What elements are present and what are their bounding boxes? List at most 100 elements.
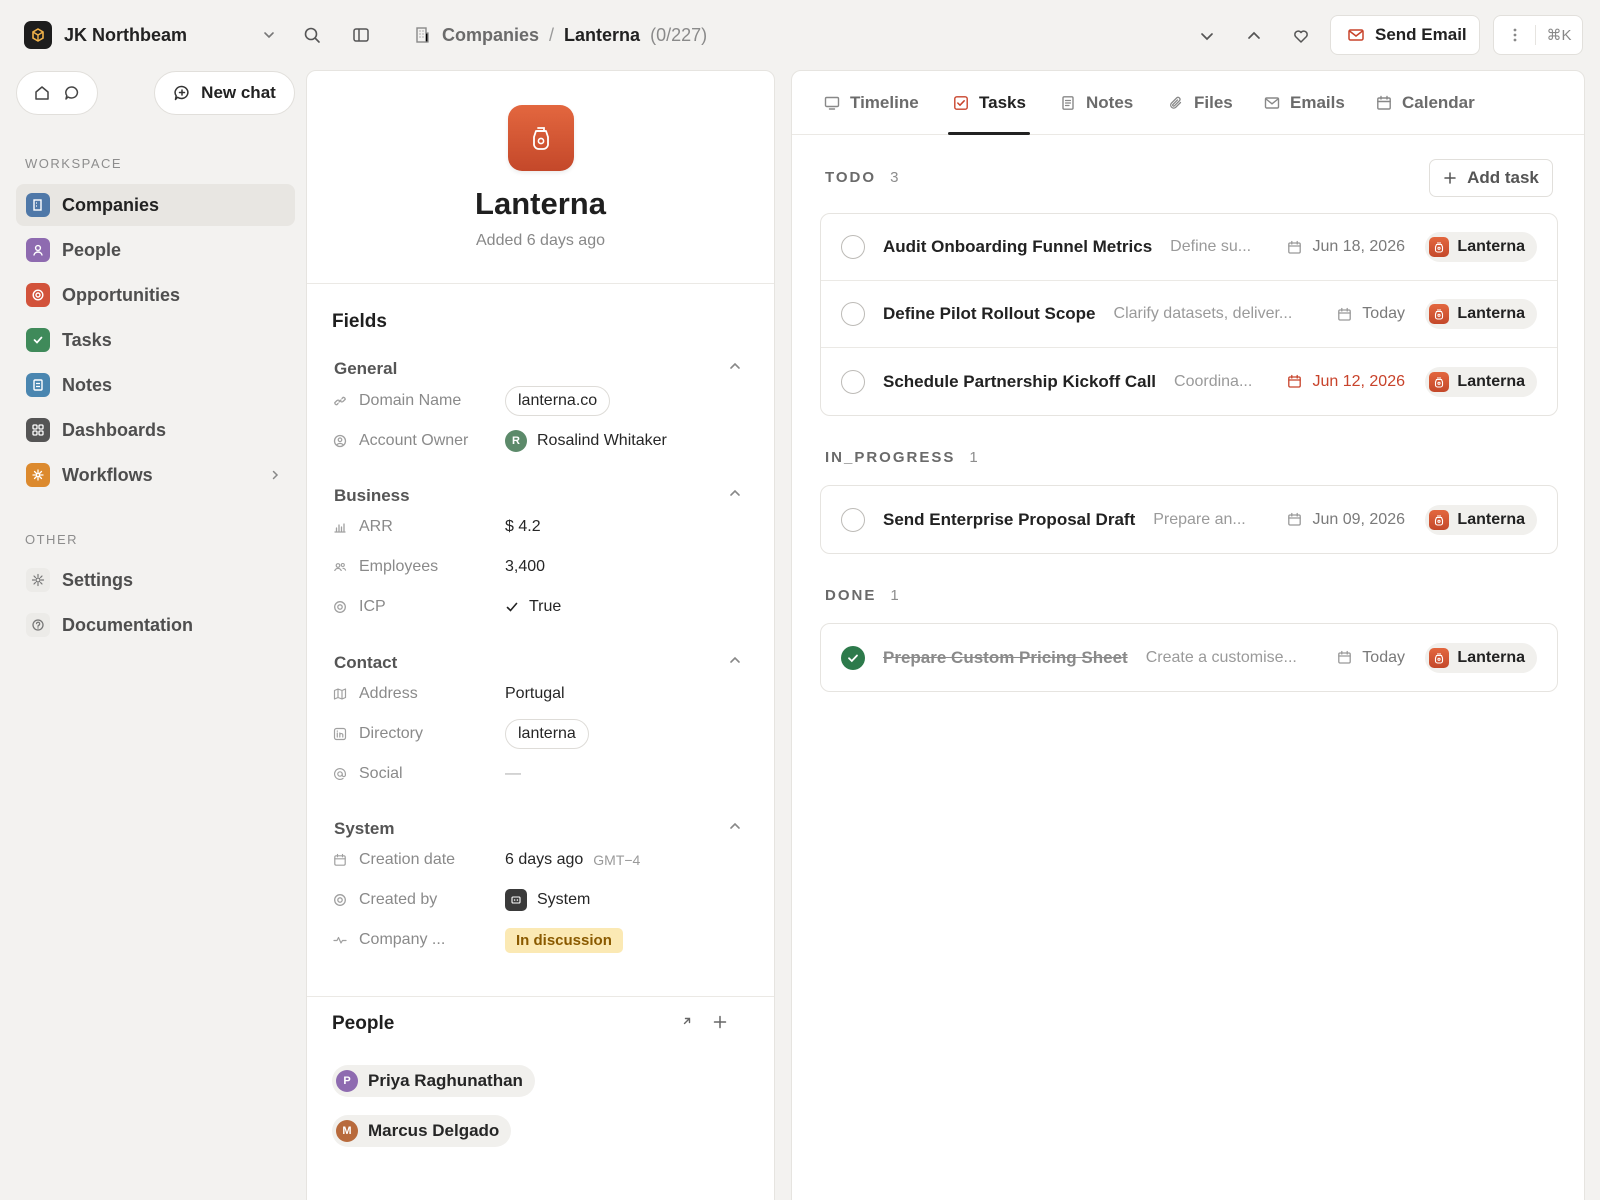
icp-value[interactable]: True xyxy=(505,598,561,616)
task-title: Send Enterprise Proposal Draft xyxy=(883,509,1136,529)
add-task-label: Add task xyxy=(1467,168,1539,187)
task-company-chip[interactable]: Lanterna xyxy=(1425,299,1537,329)
sidebar-toggle-icon[interactable] xyxy=(348,22,374,48)
users-icon xyxy=(333,560,349,574)
task-checkbox[interactable] xyxy=(841,235,865,259)
arr-value[interactable]: $ 4.2 xyxy=(505,518,541,536)
building-icon xyxy=(26,193,50,217)
send-email-label: Send Email xyxy=(1375,25,1467,44)
chevron-up-icon[interactable] xyxy=(728,359,742,373)
directory-link-chip[interactable]: lanterna xyxy=(505,719,589,749)
task-checkbox[interactable] xyxy=(841,369,865,394)
arrow-up-right-icon[interactable] xyxy=(680,1014,694,1028)
task-date-text: Today xyxy=(1362,305,1405,322)
task-date-text: Today xyxy=(1362,648,1405,666)
status-badge[interactable]: In discussion xyxy=(505,927,623,953)
tab-notes[interactable]: Notes xyxy=(1060,71,1133,135)
task-row[interactable]: Schedule Partnership Kickoff Call Coordi… xyxy=(821,348,1557,415)
section-done-title: DONE 1 xyxy=(825,587,899,604)
chevron-up-icon[interactable] xyxy=(728,486,742,500)
more-vertical-icon[interactable] xyxy=(1494,25,1536,45)
calendar-icon xyxy=(1287,512,1302,527)
more-actions-button[interactable]: ⌘K xyxy=(1493,15,1583,55)
pulse-icon xyxy=(333,933,349,947)
note-icon xyxy=(1060,95,1076,111)
group-general-title[interactable]: General xyxy=(334,359,397,379)
new-chat-button[interactable]: New chat xyxy=(154,71,295,115)
tab-files[interactable]: Files xyxy=(1168,71,1233,135)
record-title[interactable]: Lanterna xyxy=(307,186,774,222)
tab-emails[interactable]: Emails xyxy=(1264,71,1345,135)
field-domain-name: Domain Name lanterna.co xyxy=(333,386,753,416)
social-value[interactable]: — xyxy=(505,765,521,783)
tab-label: Emails xyxy=(1290,93,1345,112)
task-row[interactable]: Send Enterprise Proposal Draft Prepare a… xyxy=(821,486,1557,553)
sidebar-item-label: Tasks xyxy=(62,329,112,350)
sidebar-item-people[interactable]: People xyxy=(16,229,295,271)
section-title-text: TODO xyxy=(825,169,877,186)
sidebar-item-dashboards[interactable]: Dashboards xyxy=(16,409,295,451)
domain-link-chip[interactable]: lanterna.co xyxy=(505,386,611,416)
search-icon[interactable] xyxy=(299,22,325,48)
field-company-stage: Company ... In discussion xyxy=(333,925,753,955)
group-business-title[interactable]: Business xyxy=(334,486,410,506)
task-row[interactable]: Prepare Custom Pricing Sheet Create a cu… xyxy=(821,624,1557,691)
task-company-chip[interactable]: Lanterna xyxy=(1425,232,1537,262)
company-logo-icon xyxy=(1429,509,1450,530)
task-row[interactable]: Define Pilot Rollout Scope Clarify datas… xyxy=(821,281,1557,348)
favorite-heart-icon[interactable] xyxy=(1287,22,1315,50)
group-contact-title[interactable]: Contact xyxy=(334,653,397,673)
person-chip-priya[interactable]: P Priya Raghunathan xyxy=(332,1065,535,1097)
task-checkbox[interactable] xyxy=(841,302,865,326)
workspace-switcher[interactable]: JK Northbeam xyxy=(24,20,276,50)
account-owner-value[interactable]: R Rosalind Whitaker xyxy=(505,430,667,452)
plus-icon[interactable] xyxy=(712,1014,728,1030)
chat-bubble-icon[interactable] xyxy=(63,84,81,102)
sidebar-item-notes[interactable]: Notes xyxy=(16,364,295,406)
sidebar-item-settings[interactable]: Settings xyxy=(16,559,295,601)
home-icon[interactable] xyxy=(33,84,51,102)
send-email-button[interactable]: Send Email xyxy=(1330,15,1480,55)
workspace-section-label: WORKSPACE xyxy=(25,156,123,171)
chevron-up-icon[interactable] xyxy=(728,819,742,833)
section-count: 1 xyxy=(890,587,899,604)
next-record-chevron-down-icon[interactable] xyxy=(1193,22,1221,50)
sidebar-item-tasks[interactable]: Tasks xyxy=(16,319,295,361)
group-system-title[interactable]: System xyxy=(334,819,394,839)
chevron-right-icon[interactable] xyxy=(269,469,281,481)
tab-calendar[interactable]: Calendar xyxy=(1376,71,1475,135)
grid-icon xyxy=(26,418,50,442)
task-title: Audit Onboarding Funnel Metrics xyxy=(883,237,1153,256)
section-title-text: IN_PROGRESS xyxy=(825,449,956,466)
breadcrumb-companies-link[interactable]: Companies xyxy=(442,25,539,46)
sidebar-item-documentation[interactable]: Documentation xyxy=(16,604,295,646)
task-company-chip[interactable]: Lanterna xyxy=(1425,366,1537,397)
address-value[interactable]: Portugal xyxy=(505,685,565,703)
field-address: Address Portugal xyxy=(333,679,753,709)
tab-label: Notes xyxy=(1086,93,1134,112)
task-company-chip[interactable]: Lanterna xyxy=(1425,642,1537,673)
field-label: Account Owner xyxy=(359,432,469,449)
sidebar-item-label: Workflows xyxy=(62,464,153,485)
tab-tasks[interactable]: Tasks xyxy=(953,71,1026,135)
sidebar-item-companies[interactable]: Companies xyxy=(16,184,295,226)
previous-record-chevron-up-icon[interactable] xyxy=(1240,22,1268,50)
add-task-button[interactable]: Add task xyxy=(1429,159,1553,197)
sidebar-item-opportunities[interactable]: Opportunities xyxy=(16,274,295,316)
task-row[interactable]: Audit Onboarding Funnel Metrics Define s… xyxy=(821,214,1557,281)
task-checkbox-checked[interactable] xyxy=(841,645,865,670)
field-label: ICP xyxy=(359,598,386,615)
command-menu-shortcut[interactable]: ⌘K xyxy=(1536,26,1582,44)
tab-timeline[interactable]: Timeline xyxy=(824,71,919,135)
task-checkbox[interactable] xyxy=(841,507,865,532)
task-company-chip[interactable]: Lanterna xyxy=(1425,504,1537,535)
chevron-up-icon[interactable] xyxy=(728,653,742,667)
company-logo-icon[interactable] xyxy=(508,105,574,171)
creation-date-value: 6 days ago GMT−4 xyxy=(505,851,640,869)
person-chip-marcus[interactable]: M Marcus Delgado xyxy=(332,1115,512,1147)
employees-value[interactable]: 3,400 xyxy=(505,558,545,576)
sidebar-item-label: Notes xyxy=(62,374,113,395)
sidebar-item-workflows[interactable]: Workflows xyxy=(16,454,295,496)
task-group-done: Prepare Custom Pricing Sheet Create a cu… xyxy=(820,623,1558,692)
sidebar-item-label: Settings xyxy=(62,569,134,590)
